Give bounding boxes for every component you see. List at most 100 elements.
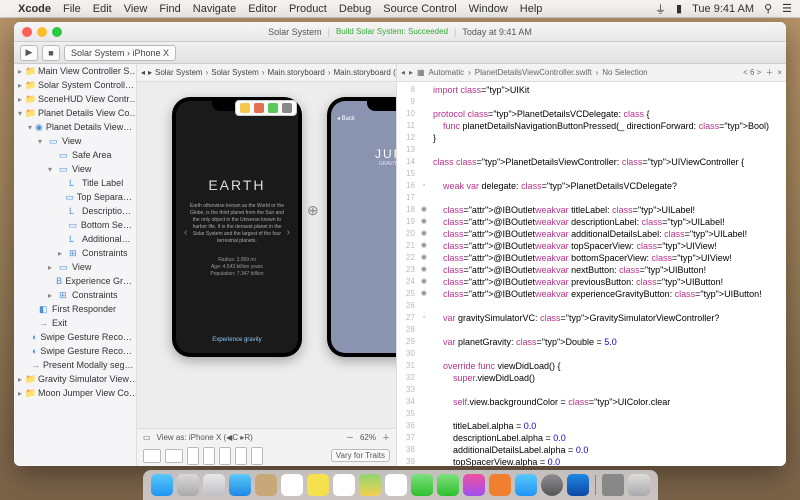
nav-row[interactable]: ▸📁Gravity Simulator View…	[14, 372, 136, 386]
dock-messages[interactable]	[411, 474, 433, 496]
dock-mail[interactable]	[229, 474, 251, 496]
code-line[interactable]: 15	[397, 168, 786, 180]
nav-fwd-icon[interactable]: ▸	[148, 68, 152, 77]
close-button[interactable]	[22, 27, 32, 37]
code-line[interactable]: 10protocol class="typ">PlanetDetailsVCDe…	[397, 108, 786, 120]
code-line[interactable]: 19◉ class="attr">@IBOutlet weak var desc…	[397, 216, 786, 228]
code-line[interactable]: 36 titleLabel.alpha = 0.0	[397, 420, 786, 432]
dock-contacts[interactable]	[255, 474, 277, 496]
code-line[interactable]: 25◉ class="attr">@IBOutlet weak var expe…	[397, 288, 786, 300]
iphone-preview-jupiter[interactable]: ◂ Back JUPI GRAVITY S	[327, 97, 396, 357]
view-as-label[interactable]: View as: iPhone X (◀C ▸R)	[157, 433, 253, 442]
code-line[interactable]: 37 descriptionLabel.alpha = 0.0	[397, 432, 786, 444]
code-line[interactable]: 13	[397, 144, 786, 156]
counterpart-nav[interactable]: < 6 >	[743, 68, 761, 77]
dock-finder[interactable]	[151, 474, 173, 496]
nav-row[interactable]: ▾▭View	[14, 162, 136, 176]
code-line[interactable]: 14class class="typ">PlanetDetailsViewCon…	[397, 156, 786, 168]
nav-back-icon[interactable]: ◂	[401, 68, 405, 77]
segue-icon[interactable]	[282, 103, 292, 113]
device-config-icon[interactable]: ▭	[143, 433, 151, 442]
code-line[interactable]: 34 self.view.backgroundColor = class="ty…	[397, 396, 786, 408]
code-line[interactable]: 29 var planetGravity: class="typ">Double…	[397, 336, 786, 348]
menubar-item[interactable]: Navigate	[193, 3, 236, 15]
minimize-button[interactable]	[37, 27, 47, 37]
code-line[interactable]: 17	[397, 192, 786, 204]
nav-row[interactable]: ▭Safe Area	[14, 148, 136, 162]
code-line[interactable]: 38 additionalDetailsLabel.alpha = 0.0	[397, 444, 786, 456]
nav-row[interactable]: ▸▭View	[14, 260, 136, 274]
menubar-item[interactable]: Window	[469, 3, 508, 15]
menubar-item[interactable]: Product	[289, 3, 327, 15]
code-line[interactable]: 32 super.viewDidLoad()	[397, 372, 786, 384]
code-line[interactable]: 12}	[397, 132, 786, 144]
nav-row[interactable]: ▸📁Solar System Controll…	[14, 78, 136, 92]
code-line[interactable]: 24◉ class="attr">@IBOutlet weak var prev…	[397, 276, 786, 288]
vary-for-traits-button[interactable]: Vary for Traits	[331, 449, 390, 462]
device-ipad[interactable]	[165, 449, 183, 463]
code-line[interactable]: 16◦ weak var delegate: class="typ">Plane…	[397, 180, 786, 192]
ib-canvas[interactable]: ‹ › EARTH Earth otherwise known as the W…	[137, 82, 396, 428]
vc-icon[interactable]	[240, 103, 250, 113]
stop-button[interactable]: ■	[42, 45, 60, 61]
dock-xcode[interactable]	[567, 474, 589, 496]
menubar-item[interactable]: Editor	[248, 3, 277, 15]
dock-trash[interactable]	[628, 474, 650, 496]
dock-maps[interactable]	[359, 474, 381, 496]
notification-icon[interactable]: ☰	[782, 2, 792, 15]
device-iphone[interactable]	[235, 447, 247, 465]
menubar-item[interactable]: Edit	[93, 3, 112, 15]
code-line[interactable]: 22◉ class="attr">@IBOutlet weak var bott…	[397, 252, 786, 264]
code-editor[interactable]: 8import class="typ">UIKit910protocol cla…	[397, 82, 786, 466]
nav-row[interactable]: ◧First Responder	[14, 302, 136, 316]
code-line[interactable]: 28	[397, 324, 786, 336]
code-line[interactable]: 18◉ class="attr">@IBOutlet weak var titl…	[397, 204, 786, 216]
nav-row[interactable]: LTitle Label	[14, 176, 136, 190]
code-line[interactable]: 31 override func viewDidLoad() {	[397, 360, 786, 372]
nav-row[interactable]: LDescriptio…	[14, 204, 136, 218]
code-line[interactable]: 30	[397, 348, 786, 360]
nav-row[interactable]: ▸⊞Constraints	[14, 246, 136, 260]
dock-notes[interactable]	[307, 474, 329, 496]
prev-chevron-icon[interactable]: ‹	[184, 227, 187, 238]
device-ipad[interactable]	[143, 449, 161, 463]
dock-facetime[interactable]	[437, 474, 459, 496]
first-responder-icon[interactable]	[254, 103, 264, 113]
dock-photos[interactable]	[385, 474, 407, 496]
nav-row[interactable]: ▾📁Planet Details View Co…	[14, 106, 136, 120]
menubar-item[interactable]: File	[63, 3, 81, 15]
code-line[interactable]: 33	[397, 384, 786, 396]
nav-fwd-icon[interactable]: ▸	[409, 68, 413, 77]
code-line[interactable]: 35	[397, 408, 786, 420]
menubar-item[interactable]: Find	[159, 3, 180, 15]
dock-appstore[interactable]	[515, 474, 537, 496]
code-line[interactable]: 26	[397, 300, 786, 312]
nav-row[interactable]: →Exit	[14, 316, 136, 330]
code-line[interactable]: 8import class="typ">UIKit	[397, 84, 786, 96]
dock-launchpad[interactable]	[177, 474, 199, 496]
code-line[interactable]: 9	[397, 96, 786, 108]
fullscreen-button[interactable]	[52, 27, 62, 37]
device-iphone[interactable]	[219, 447, 231, 465]
menubar-item[interactable]: Debug	[339, 3, 371, 15]
nav-row[interactable]: ◐Swipe Gesture Reco…	[14, 330, 136, 344]
code-line[interactable]: 39 topSpacerView.alpha = 0.0	[397, 456, 786, 466]
menubar-item[interactable]: Source Control	[383, 3, 456, 15]
dock-downloads[interactable]	[602, 474, 624, 496]
experience-gravity-button[interactable]: Experience gravity	[186, 337, 288, 343]
nav-row[interactable]: ▸📁Main View Controller S…	[14, 64, 136, 78]
menubar-item[interactable]: View	[124, 3, 148, 15]
menubar-app[interactable]: Xcode	[18, 3, 51, 15]
jump-bar-code[interactable]: ◂ ▸ ▦ Automatic› PlanetDetailsViewContro…	[397, 64, 786, 82]
dock-systemprefs[interactable]	[541, 474, 563, 496]
iphone-preview-earth[interactable]: ‹ › EARTH Earth otherwise known as the W…	[172, 97, 302, 357]
nav-row[interactable]: ▾◉Planet Details View…	[14, 120, 136, 134]
dock-ibooks[interactable]	[489, 474, 511, 496]
related-icon[interactable]: ▦	[417, 68, 425, 77]
battery-icon[interactable]: ▮	[676, 2, 682, 15]
code-line[interactable]: 21◉ class="attr">@IBOutlet weak var topS…	[397, 240, 786, 252]
nav-row[interactable]: LAdditional…	[14, 232, 136, 246]
nav-back-icon[interactable]: ◂	[141, 68, 145, 77]
device-iphone[interactable]	[251, 447, 263, 465]
code-line[interactable]: 23◉ class="attr">@IBOutlet weak var next…	[397, 264, 786, 276]
